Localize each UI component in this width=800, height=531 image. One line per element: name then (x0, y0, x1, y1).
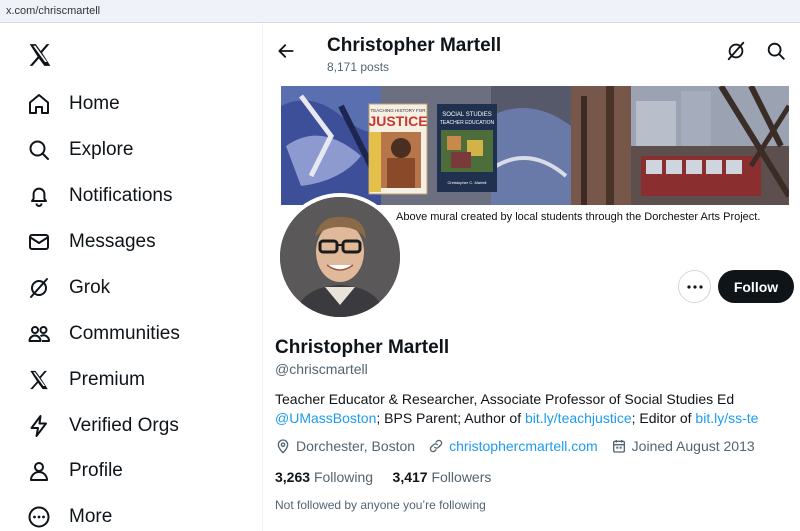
book2-author: Christopher C. Martell (448, 180, 487, 185)
x-logo-icon (26, 367, 52, 393)
sidebar-item-label: Premium (69, 369, 146, 390)
sidebar-item-label: Grok (69, 277, 111, 298)
followers-label: Followers (431, 469, 492, 485)
followers-link[interactable]: 3,417 Followers (393, 469, 492, 485)
not-followed-note: Not followed by anyone you’re following (275, 498, 486, 512)
joined-item: Joined August 2013 (611, 438, 755, 454)
browser-url-bar[interactable]: x.com/chriscmartell (0, 0, 800, 23)
sidebar-item-more[interactable]: More (26, 497, 112, 531)
avatar[interactable] (276, 193, 404, 321)
banner-caption: Above mural created by local students th… (396, 211, 761, 223)
sidebar-item-communities[interactable]: Communities (26, 314, 180, 354)
home-icon (26, 91, 52, 117)
grok-icon (26, 275, 52, 301)
person-icon (26, 458, 52, 484)
sidebar-item-premium[interactable]: Premium (26, 360, 145, 400)
sidebar-item-messages[interactable]: Messages (26, 222, 156, 262)
website-item: christophercmartell.com (428, 438, 598, 454)
profile-meta: Dorchester, Boston christophercmartell.c… (275, 438, 768, 454)
following-count: 3,263 (275, 469, 311, 485)
bell-icon (26, 183, 52, 209)
location-pin-icon (275, 438, 291, 454)
bio-text: ; Editor of (631, 410, 696, 426)
book1-title: JUSTICE (368, 113, 427, 129)
sidebar-item-label: Verified Orgs (69, 415, 179, 436)
sidebar-item-label: More (69, 506, 113, 527)
sidebar-item-label: Profile (69, 460, 123, 481)
more-circle-icon (26, 504, 52, 530)
sidebar-item-verified-orgs[interactable]: Verified Orgs (26, 406, 179, 446)
sidebar-item-label: Communities (69, 323, 180, 344)
bio-link-ss-te[interactable]: bit.ly/ss-te (695, 410, 758, 426)
ellipsis-icon (686, 284, 703, 289)
bio-mention-link[interactable]: @UMassBoston (275, 410, 376, 426)
profile-handle: @chriscmartell (275, 361, 368, 377)
location-text: Dorchester, Boston (296, 438, 416, 454)
sidebar-item-label: Notifications (69, 185, 173, 206)
bio-link-teachjustice[interactable]: bit.ly/teachjustice (525, 410, 632, 426)
header-name: Christopher Martell (327, 35, 502, 56)
sidebar-item-label: Explore (69, 139, 134, 160)
profile-column: Christopher Martell 8,171 posts TEACHING… (263, 23, 800, 531)
lightning-icon (26, 413, 52, 439)
sidebar-item-profile[interactable]: Profile (26, 451, 123, 491)
sidebar-item-grok[interactable]: Grok (26, 268, 110, 308)
back-arrow-icon (278, 44, 294, 58)
sidebar-item-label: Home (69, 93, 120, 114)
url-text: x.com/chriscmartell (6, 5, 101, 17)
avatar-photo (280, 197, 400, 317)
sidebar-item-explore[interactable]: Explore (26, 130, 133, 170)
header-post-count: 8,171 posts (327, 60, 390, 74)
website-link[interactable]: christophercmartell.com (449, 438, 598, 454)
link-icon (428, 438, 444, 454)
follow-button[interactable]: Follow (718, 270, 794, 303)
envelope-icon (26, 229, 52, 255)
profile-bio: Teacher Educator & Researcher, Associate… (275, 390, 790, 428)
more-options-button[interactable] (678, 270, 711, 303)
following-link[interactable]: 3,263 Following (275, 469, 373, 485)
back-button[interactable] (273, 38, 299, 64)
followers-count: 3,417 (392, 469, 428, 485)
search-icon[interactable] (765, 40, 787, 62)
people-icon (26, 321, 52, 347)
sidebar-nav: Home Explore Notifications Messages Grok… (0, 23, 262, 531)
bio-text: Teacher Educator & Researcher, Associate… (275, 391, 735, 407)
sidebar-item-notifications[interactable]: Notifications (26, 176, 173, 216)
book2-title-line2: TEACHER EDUCATION (440, 120, 495, 126)
profile-name: Christopher Martell (275, 337, 450, 358)
location-item: Dorchester, Boston (275, 438, 415, 454)
joined-text: Joined August 2013 (631, 438, 755, 454)
bio-text: ; BPS Parent; Author of (376, 410, 525, 426)
sidebar-item-home[interactable]: Home (26, 84, 120, 124)
book2-title: SOCIAL STUDIES (442, 112, 491, 118)
following-label: Following (313, 469, 374, 485)
calendar-icon (611, 438, 627, 454)
search-icon (26, 137, 52, 163)
grok-icon[interactable] (725, 40, 747, 62)
follow-counts: 3,263 Following 3,417 Followers (275, 469, 491, 485)
sidebar-item-label: Messages (69, 231, 156, 252)
x-logo-icon[interactable] (27, 42, 53, 68)
